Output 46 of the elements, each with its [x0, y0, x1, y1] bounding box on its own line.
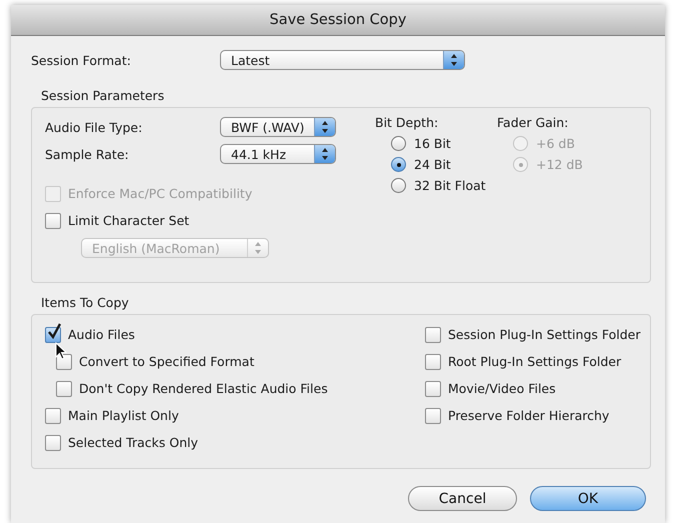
up-down-arrows-icon: [254, 241, 262, 255]
ok-button[interactable]: OK: [530, 486, 646, 511]
radio-label: 32 Bit Float: [414, 178, 486, 193]
checkbox-label: Convert to Specified Format: [79, 354, 254, 369]
checkbox-label: Movie/Video Files: [448, 381, 556, 396]
pointer-cursor-icon: [55, 342, 67, 360]
checkbox-label: Enforce Mac/PC Compatibility: [68, 186, 252, 201]
up-down-arrows-icon: [450, 53, 458, 67]
field-label: Session Format:: [31, 52, 132, 68]
checkbox[interactable]: [425, 354, 441, 370]
checkbox-label: Main Playlist Only: [68, 408, 179, 423]
section-title: Items To Copy: [41, 295, 130, 310]
checkmark-icon: [47, 322, 61, 338]
section-title: Session Parameters: [41, 88, 166, 103]
checkbox[interactable]: [45, 434, 61, 450]
checkbox[interactable]: [45, 212, 61, 228]
radio-label: +6 dB: [536, 136, 575, 151]
group-label: Fader Gain:: [497, 115, 570, 130]
dropdown[interactable]: BWF (.WAV): [220, 117, 336, 137]
checkbox-label: Root Plug-In Settings Folder: [448, 354, 622, 369]
checkbox[interactable]: [425, 326, 441, 342]
radio-button[interactable]: [391, 157, 406, 172]
checkbox[interactable]: [425, 408, 441, 424]
radio-label: +12 dB: [536, 157, 583, 172]
up-down-arrows-icon: [321, 120, 329, 134]
checkbox-label: Preserve Folder Hierarchy: [448, 408, 610, 423]
radio-button[interactable]: [391, 178, 406, 193]
radio-label: 16 Bit: [414, 136, 451, 151]
field-label: Audio File Type:: [45, 120, 144, 134]
field-label: Sample Rate:: [45, 146, 130, 162]
checkbox-label: Selected Tracks Only: [68, 435, 198, 450]
checkbox-label: Audio Files: [68, 327, 135, 342]
cancel-button[interactable]: Cancel: [408, 486, 517, 511]
checkbox-label: Session Plug-In Settings Folder: [448, 327, 640, 342]
up-down-arrows-icon: [321, 147, 329, 161]
checkbox[interactable]: [56, 380, 72, 396]
dropdown[interactable]: Latest: [220, 50, 465, 70]
checkbox[interactable]: [45, 408, 61, 424]
window-title: Save Session Copy: [270, 12, 406, 28]
checkbox[interactable]: [425, 380, 441, 396]
group-label: Bit Depth:: [375, 115, 440, 130]
checkbox-label: Limit Character Set: [68, 213, 190, 228]
dropdown[interactable]: 44.1 kHz: [220, 144, 336, 164]
radio-button[interactable]: [391, 136, 406, 151]
checkbox-label: Don't Copy Rendered Elastic Audio Files: [79, 381, 328, 396]
radio-label: 24 Bit: [414, 157, 451, 172]
